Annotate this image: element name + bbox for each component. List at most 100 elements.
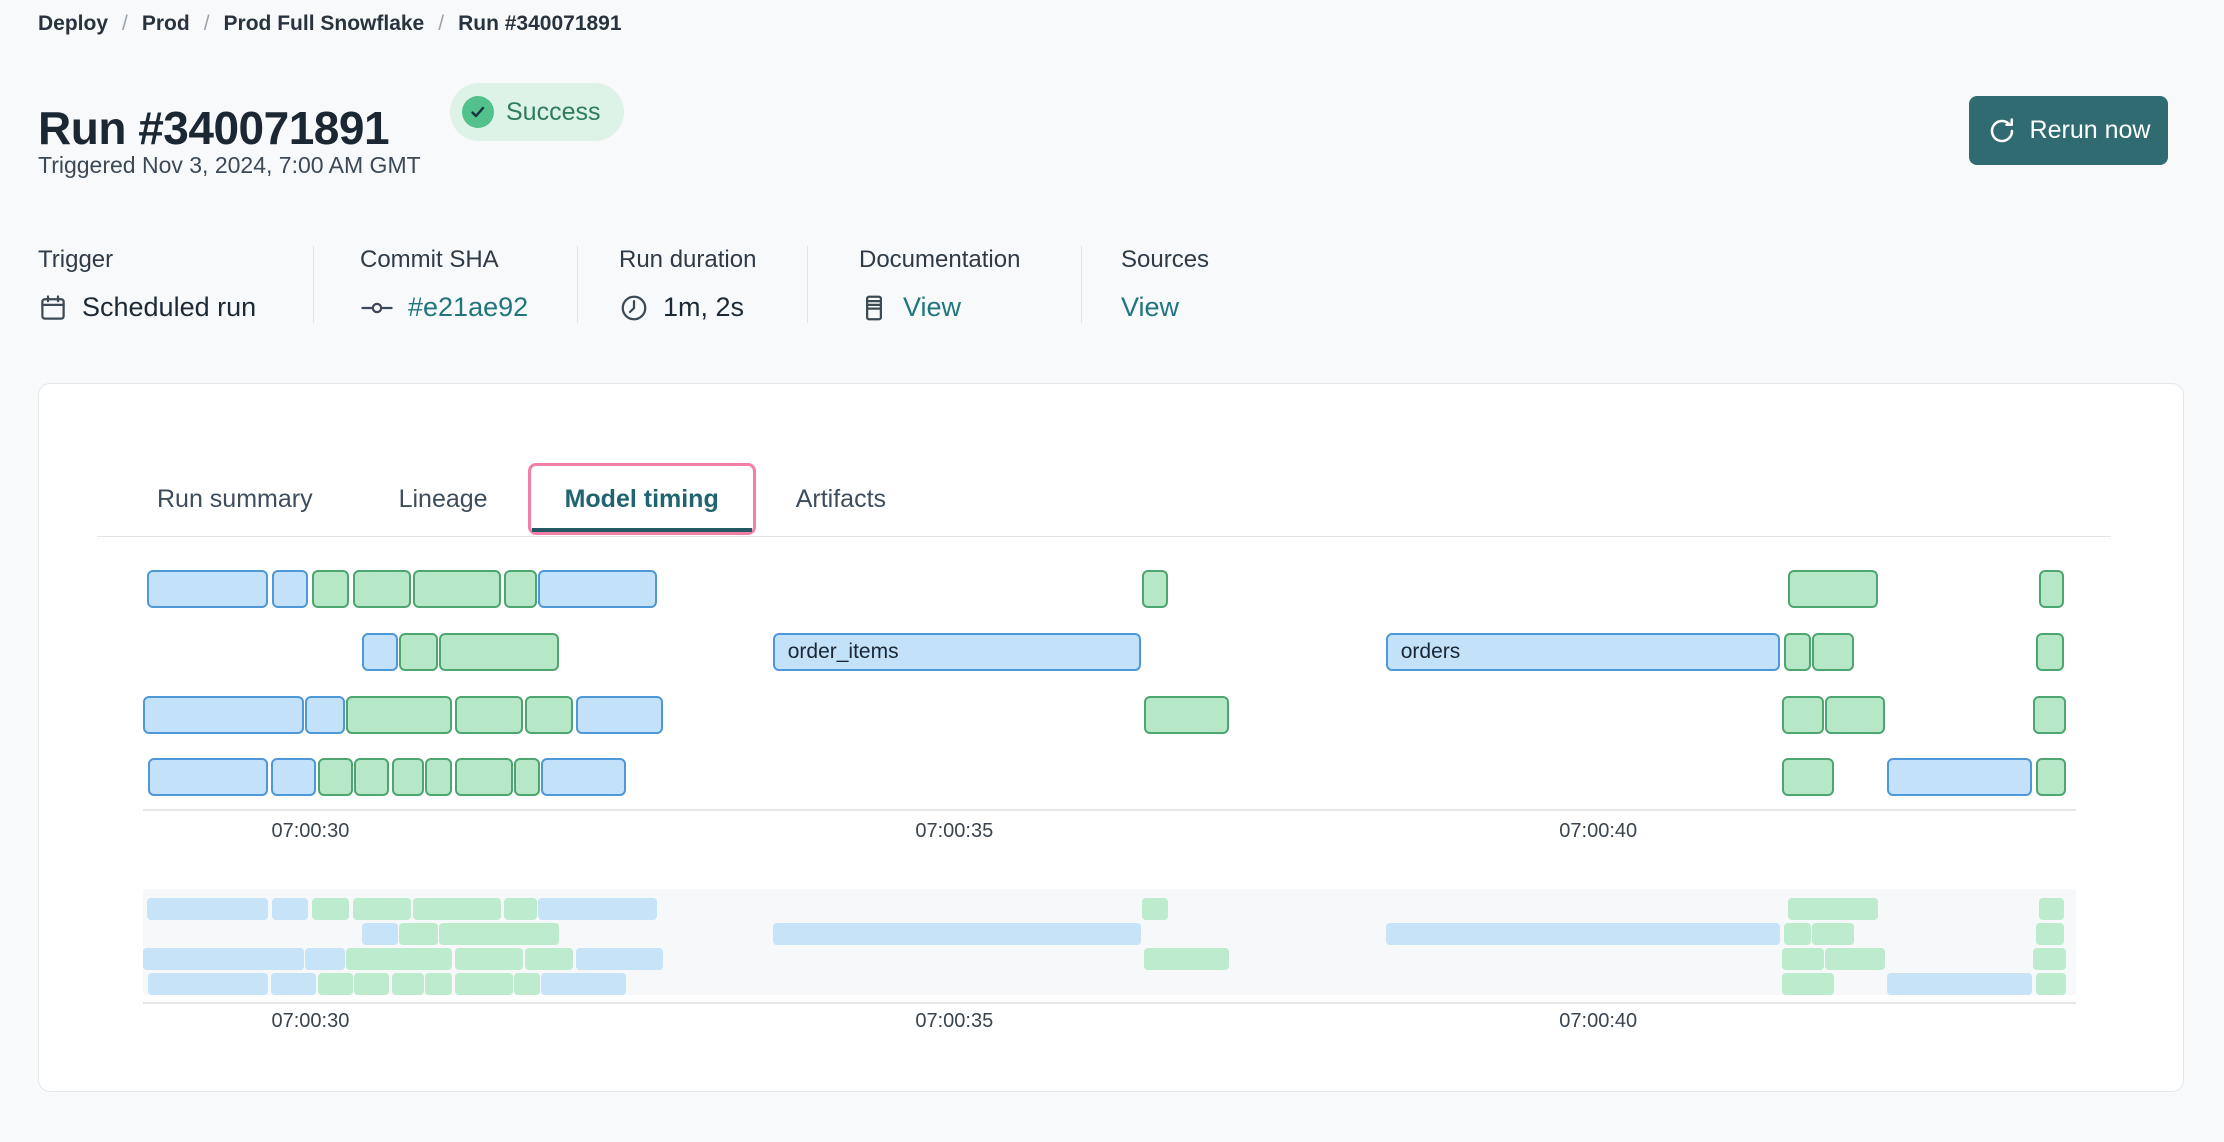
triggered-timestamp: Triggered Nov 3, 2024, 7:00 AM GMT	[38, 152, 421, 179]
axis-tick-label: 07:00:35	[915, 820, 993, 843]
timing-bar[interactable]	[541, 758, 626, 796]
minimap-bar	[2036, 923, 2064, 945]
minimap-row	[143, 898, 2076, 920]
sources-view-link[interactable]: View	[1121, 292, 1179, 323]
breadcrumb-current-run: Run #340071891	[458, 12, 621, 36]
status-badge: Success	[450, 83, 624, 141]
minimap-bar	[413, 898, 501, 920]
timing-bar[interactable]	[1782, 758, 1834, 796]
timing-minimap[interactable]	[143, 889, 2076, 995]
timing-bar[interactable]	[147, 570, 268, 608]
breadcrumb-job[interactable]: Prod Full Snowflake	[224, 12, 425, 36]
tab-run-summary[interactable]: Run summary	[157, 485, 313, 514]
minimap-bar	[1784, 923, 1811, 945]
minimap-bar	[318, 973, 353, 995]
meta-trigger-value: Scheduled run	[82, 292, 256, 323]
timing-bar[interactable]	[1142, 570, 1168, 608]
breadcrumb-separator: /	[122, 12, 128, 36]
timing-bar[interactable]: order_items	[773, 633, 1141, 671]
timing-bar[interactable]	[1812, 633, 1855, 671]
breadcrumb-separator: /	[438, 12, 444, 36]
timing-bar[interactable]	[576, 696, 664, 734]
breadcrumb-separator: /	[204, 12, 210, 36]
timing-bar[interactable]	[1788, 570, 1878, 608]
refresh-icon	[1987, 116, 2017, 146]
timing-bar[interactable]	[425, 758, 452, 796]
minimap-bar	[354, 973, 389, 995]
minimap-bar	[1782, 948, 1823, 970]
commit-sha-link[interactable]: #e21ae92	[408, 292, 528, 323]
timing-bar[interactable]	[538, 570, 656, 608]
timing-bar[interactable]	[143, 696, 304, 734]
timing-bar[interactable]	[413, 570, 501, 608]
timing-bar[interactable]	[399, 633, 438, 671]
timing-bar[interactable]	[354, 758, 389, 796]
timing-bar[interactable]	[514, 758, 540, 796]
rerun-now-button[interactable]: Rerun now	[1969, 96, 2168, 165]
timing-bar[interactable]	[455, 696, 523, 734]
timing-bar[interactable]	[1784, 633, 1811, 671]
timing-bar[interactable]	[2036, 758, 2066, 796]
timing-bar[interactable]	[362, 633, 398, 671]
timing-bar[interactable]	[271, 758, 316, 796]
minimap-bar	[2039, 898, 2065, 920]
timing-bar[interactable]	[504, 570, 537, 608]
timing-bar[interactable]	[353, 570, 411, 608]
minimap-axis-line	[143, 1002, 2076, 1004]
timing-bar[interactable]	[1887, 758, 2033, 796]
minimap-bar	[143, 948, 304, 970]
timing-bar[interactable]	[1825, 696, 1886, 734]
timing-bar[interactable]	[455, 758, 513, 796]
axis-tick-label: 07:00:30	[271, 1010, 349, 1033]
documentation-view-link[interactable]: View	[903, 292, 961, 323]
timing-bar[interactable]	[2033, 696, 2065, 734]
status-badge-label: Success	[506, 98, 600, 127]
timing-bar[interactable]	[2039, 570, 2065, 608]
tab-artifacts[interactable]: Artifacts	[796, 485, 886, 514]
meta-duration-label: Run duration	[619, 246, 807, 274]
meta-commit-label: Commit SHA	[360, 246, 577, 274]
meta-sources: Sources View	[1081, 246, 1209, 323]
timing-bar[interactable]	[1144, 696, 1229, 734]
minimap-row	[143, 973, 2076, 995]
breadcrumb-prod[interactable]: Prod	[142, 12, 190, 36]
meta-duration-value: 1m, 2s	[663, 292, 744, 323]
minimap-bar	[346, 948, 452, 970]
minimap-bar	[305, 948, 345, 970]
commit-icon	[360, 293, 394, 323]
axis-tick-label: 07:00:40	[1559, 820, 1637, 843]
minimap-bar	[1142, 898, 1168, 920]
timing-bar[interactable]	[392, 758, 424, 796]
axis-tick-label: 07:00:35	[915, 1010, 993, 1033]
timing-bar[interactable]	[346, 696, 452, 734]
meta-documentation: Documentation View	[807, 246, 1081, 323]
timing-bar[interactable]: orders	[1386, 633, 1780, 671]
meta-documentation-label: Documentation	[859, 246, 1081, 274]
timing-bar[interactable]	[1782, 696, 1823, 734]
minimap-bar	[271, 973, 316, 995]
model-timing-chart: order_itemsorders07:00:3007:00:3507:00:4…	[143, 570, 2076, 860]
timing-bar[interactable]	[525, 696, 573, 734]
timing-bar[interactable]	[148, 758, 268, 796]
minimap-bar	[1887, 973, 2033, 995]
document-icon	[859, 293, 889, 323]
timing-bar[interactable]	[2036, 633, 2064, 671]
timing-row	[143, 696, 2076, 734]
timing-bar[interactable]	[439, 633, 559, 671]
success-check-icon	[462, 96, 494, 128]
timing-bar[interactable]	[272, 570, 308, 608]
meta-commit-sha: Commit SHA #e21ae92	[313, 246, 577, 323]
timing-bar[interactable]	[312, 570, 349, 608]
minimap-bar	[353, 898, 411, 920]
breadcrumb-deploy[interactable]: Deploy	[38, 12, 108, 36]
time-axis-line	[143, 809, 2076, 811]
minimap-bar	[514, 973, 540, 995]
timing-bar[interactable]	[318, 758, 353, 796]
minimap-bar	[541, 973, 626, 995]
minimap-bar	[455, 948, 523, 970]
tab-lineage[interactable]: Lineage	[399, 485, 488, 514]
tab-model-timing[interactable]: Model timing	[528, 463, 756, 535]
minimap-bar	[1825, 948, 1886, 970]
minimap-bar	[538, 898, 656, 920]
timing-bar[interactable]	[305, 696, 345, 734]
